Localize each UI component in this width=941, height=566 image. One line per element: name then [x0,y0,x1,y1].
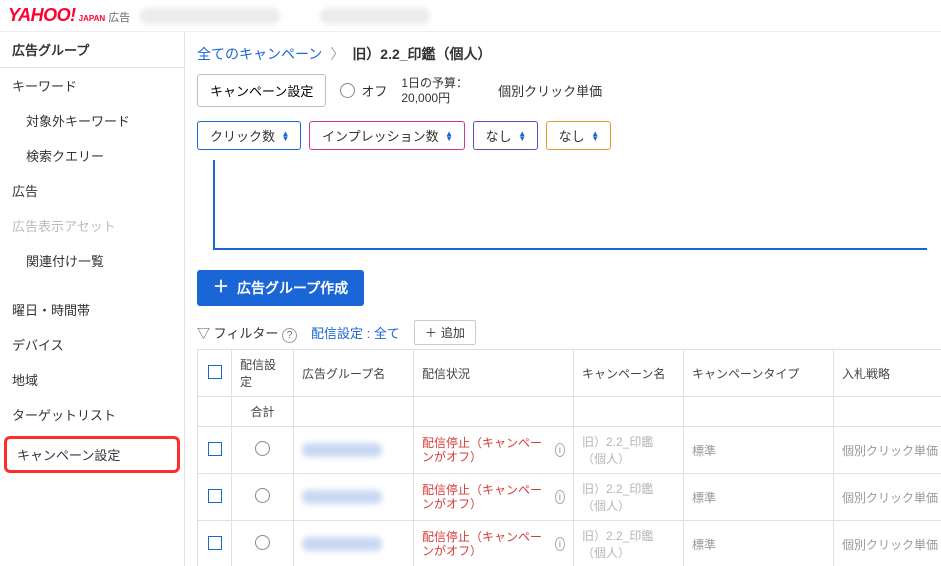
metric-label: インプレッション数 [322,126,439,145]
breadcrumb: 全てのキャンペーン 〉 旧）2.2_印鑑（個人） [197,44,935,64]
info-icon[interactable]: i [555,537,565,551]
help-icon[interactable]: ? [282,328,297,343]
row-checkbox[interactable] [208,489,222,503]
campaign-name-cell[interactable]: 旧）2.2_印鑑（個人） [574,427,684,474]
delivery-off-icon[interactable] [255,535,270,550]
metric-chip-impr[interactable]: インプレッション数 ▲▼ [309,121,465,150]
delivery-off-icon[interactable] [255,441,270,456]
sort-icon: ▲▼ [281,131,290,141]
table-row: 配信停止（キャンペーンがオフ） i 旧）2.2_印鑑（個人）標準個別クリック単価 [198,474,941,521]
blurred-adgroup-name[interactable] [302,443,382,457]
campaign-settings-button[interactable]: キャンペーン設定 [197,74,326,107]
sidebar-item-device[interactable]: デバイス [0,327,184,362]
delivery-off-icon[interactable] [255,488,270,503]
add-label: 追加 [441,324,465,341]
sidebar-item-targetlist[interactable]: ターゲットリスト [0,397,184,432]
metric-chip-clicks[interactable]: クリック数 ▲▼ [197,121,301,150]
blurred-adgroup-name[interactable] [302,490,382,504]
filter-label: フィルター [214,326,279,341]
logo-koukoku: 広告 [108,9,130,25]
main-panel: 全てのキャンペーン 〉 旧）2.2_印鑑（個人） キャンペーン設定 オフ 1日の… [185,32,941,566]
metric-label: クリック数 [210,126,275,145]
sidebar-item-ads[interactable]: 広告 [0,173,184,208]
delivery-status-text: 配信停止（キャンペーンがオフ） [422,436,547,465]
sidebar-item-location[interactable]: 地域 [0,362,184,397]
logo-japan: JAPAN [79,14,106,23]
sidebar-item-campaign-settings[interactable]: キャンペーン設定 [4,436,180,473]
select-all-checkbox[interactable] [208,365,222,379]
create-label: 広告グループ作成 [237,278,348,298]
blurred-account-info-2 [320,8,430,24]
sidebar-item-ad-assets[interactable]: 広告表示アセット [0,208,184,243]
bid-strategy-cell: 個別クリック単価 [834,427,941,474]
logo-main: YAHOO! [8,5,76,26]
campaign-type-cell: 標準 [684,474,834,521]
sidebar-item-negative-kw[interactable]: 対象外キーワード [0,103,184,138]
daily-budget: 1日の予算： 20,000円 [401,76,468,105]
budget-amount: 20,000円 [401,91,468,105]
metric-label: なし [559,126,585,145]
plus-icon: ＋ [425,324,437,341]
table-row: 配信停止（キャンペーンがオフ） i 旧）2.2_印鑑（個人）標準個別クリック単価 [198,521,941,566]
sidebar-item-associations[interactable]: 関連付け一覧 [0,243,184,278]
bid-strategy-cell: 個別クリック単価 [834,474,941,521]
status-off-toggle[interactable]: オフ [340,81,387,100]
radio-icon [340,83,355,98]
total-row: 合計 [198,397,941,427]
info-icon[interactable]: i [555,490,565,504]
col-bid-strategy[interactable]: 入札戦略 [834,350,941,397]
chevron-right-icon: 〉 [330,44,344,64]
sidebar-item-adgroup[interactable]: 広告グループ [0,32,184,68]
breadcrumb-root[interactable]: 全てのキャンペーン [197,44,322,64]
metric-chip-none-1[interactable]: なし ▲▼ [473,121,538,150]
delivery-status-text: 配信停止（キャンペーンがオフ） [422,483,547,512]
adgroup-table: 配信設定 広告グループ名 配信状況 キャンペーン名 キャンペーンタイプ 入札戦略… [197,349,941,566]
col-adgroup-name[interactable]: 広告グループ名 [294,350,414,397]
metric-label: なし [486,126,512,145]
plus-icon: ＋ [213,280,229,296]
blurred-account-info [140,8,280,24]
logo[interactable]: YAHOO! JAPAN 広告 [8,5,130,26]
filter-icon: ▽ [197,326,210,341]
campaign-name-cell[interactable]: 旧）2.2_印鑑（個人） [574,521,684,566]
col-campaign-name[interactable]: キャンペーン名 [574,350,684,397]
campaign-type-cell: 標準 [684,521,834,566]
cpc-label: 個別クリック単価 [498,81,602,100]
sort-icon: ▲▼ [518,131,527,141]
top-bar: YAHOO! JAPAN 広告 [0,0,941,32]
blurred-adgroup-name[interactable] [302,537,382,551]
filter-add-button[interactable]: ＋ 追加 [414,320,476,345]
sidebar: 広告グループ キーワード 対象外キーワード 検索クエリー 広告 広告表示アセット… [0,32,185,566]
sort-icon: ▲▼ [445,131,454,141]
info-icon[interactable]: i [555,443,565,457]
col-delivery-setting[interactable]: 配信設定 [232,350,294,397]
campaign-type-cell: 標準 [684,427,834,474]
chart-area [213,160,927,250]
table-header: 配信設定 広告グループ名 配信状況 キャンペーン名 キャンペーンタイプ 入札戦略 [198,350,941,397]
sidebar-item-dayparts[interactable]: 曜日・時間帯 [0,292,184,327]
create-adgroup-button[interactable]: ＋ 広告グループ作成 [197,270,364,306]
sort-icon: ▲▼ [591,131,600,141]
filter-trigger[interactable]: ▽ フィルター ? [197,323,297,343]
delivery-status-text: 配信停止（キャンペーンがオフ） [422,530,547,559]
off-label: オフ [361,81,387,100]
sidebar-item-keyword[interactable]: キーワード [0,68,184,103]
campaign-name-cell[interactable]: 旧）2.2_印鑑（個人） [574,474,684,521]
budget-header: 1日の予算： [401,76,468,90]
bid-strategy-cell: 個別クリック単価 [834,521,941,566]
metric-chip-none-2[interactable]: なし ▲▼ [546,121,611,150]
col-campaign-type[interactable]: キャンペーンタイプ [684,350,834,397]
row-checkbox[interactable] [208,442,222,456]
table-row: 配信停止（キャンペーンがオフ） i 旧）2.2_印鑑（個人）標準個別クリック単価 [198,427,941,474]
sidebar-item-search-query[interactable]: 検索クエリー [0,138,184,173]
filter-status-pill[interactable]: 配信設定 : 全て [311,323,400,342]
col-delivery-status[interactable]: 配信状況 [414,350,574,397]
breadcrumb-current: 旧）2.2_印鑑（個人） [352,44,491,64]
row-checkbox[interactable] [208,536,222,550]
